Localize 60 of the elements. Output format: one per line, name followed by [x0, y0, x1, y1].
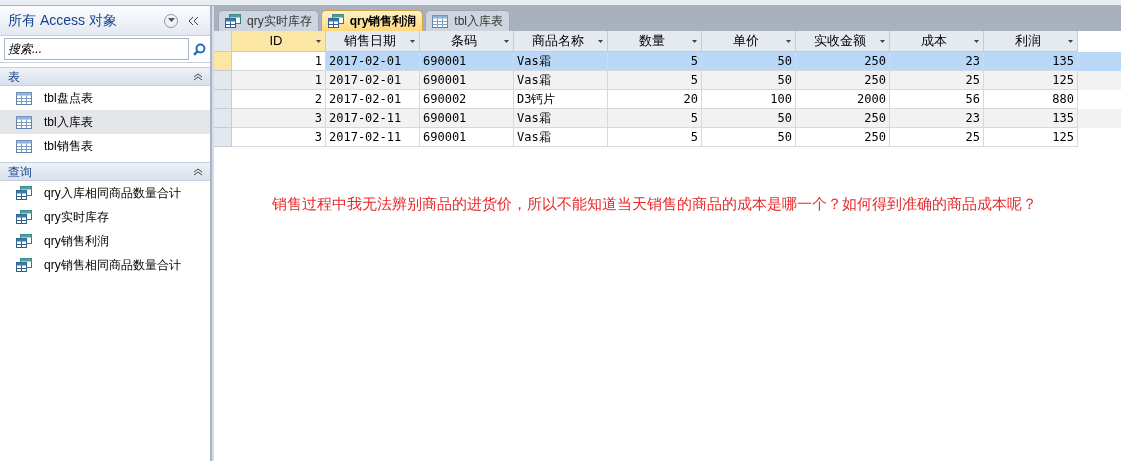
- row-selector[interactable]: [214, 52, 232, 71]
- dropdown-arrow-icon: [692, 39, 697, 43]
- column-header[interactable]: ID: [232, 31, 326, 52]
- table-cell: 125: [984, 128, 1078, 147]
- column-header[interactable]: 利润: [984, 31, 1078, 52]
- document-tab[interactable]: qry实时库存: [218, 10, 319, 31]
- group-label: 查询: [8, 163, 33, 181]
- query-icon: [225, 14, 241, 28]
- chevron-down-icon: [167, 18, 175, 23]
- dropdown-arrow-icon: [786, 39, 791, 43]
- document-tab[interactable]: tbl入库表: [425, 10, 511, 31]
- query-icon: [16, 258, 32, 272]
- double-chevron-up-icon: [194, 167, 202, 176]
- column-header[interactable]: 销售日期: [326, 31, 420, 52]
- table-cell: 250: [796, 128, 890, 147]
- column-header[interactable]: 条码: [420, 31, 514, 52]
- double-chevron-left-icon: [189, 16, 199, 25]
- group-label: 表: [8, 68, 21, 86]
- dropdown-arrow-icon: [316, 39, 321, 43]
- query-icon: [16, 186, 32, 200]
- table-cell: 3: [232, 128, 326, 147]
- dropdown-arrow-icon: [598, 39, 603, 43]
- column-header[interactable]: 数量: [608, 31, 702, 52]
- dropdown-arrow-icon: [974, 39, 979, 43]
- table-icon: [432, 14, 449, 28]
- dropdown-arrow-icon: [880, 39, 885, 43]
- table-icon: [16, 115, 32, 129]
- annotation-text: 销售过程中我无法辨别商品的进货价，所以不能知道当天销售的商品的成本是哪一个？如何得到准确的商品成本呢？: [272, 194, 1038, 214]
- row-selector[interactable]: [214, 71, 232, 90]
- search-icon: [193, 42, 206, 56]
- column-header[interactable]: 实收金额: [796, 31, 890, 52]
- group-header[interactable]: 查询: [0, 162, 210, 181]
- table-cell: 1: [232, 52, 326, 71]
- row-selector[interactable]: [214, 90, 232, 109]
- table-cell: 50: [702, 128, 796, 147]
- query-icon: [16, 234, 32, 248]
- column-header[interactable]: 单价: [702, 31, 796, 52]
- table-cell: 5: [608, 128, 702, 147]
- table-icon: [16, 139, 32, 153]
- row-selector[interactable]: [214, 128, 232, 147]
- pane-title: 所有 Access 对象: [8, 11, 118, 30]
- table-cell: 2017-02-11: [326, 128, 420, 147]
- column-header[interactable]: 商品名称: [514, 31, 608, 52]
- dropdown-arrow-icon: [1068, 39, 1073, 43]
- table-cell: 690001: [420, 128, 514, 147]
- group-header[interactable]: 表: [0, 67, 210, 86]
- search-field[interactable]: 搜索...: [4, 38, 190, 60]
- row-selector[interactable]: [214, 109, 232, 128]
- select-all-corner[interactable]: [214, 31, 232, 52]
- dropdown-arrow-icon: [504, 39, 509, 43]
- nav-item[interactable]: tbl入库表: [0, 110, 210, 134]
- column-header[interactable]: 成本: [890, 31, 984, 52]
- query-icon: [16, 210, 32, 224]
- table-icon: [16, 91, 32, 105]
- document-tab[interactable]: qry销售利润: [320, 10, 424, 31]
- dropdown-arrow-icon: [410, 39, 415, 43]
- query-icon: [327, 14, 344, 28]
- double-chevron-up-icon: [194, 72, 202, 81]
- table-cell: 25: [890, 128, 984, 147]
- table-cell: Vas霜: [514, 128, 608, 147]
